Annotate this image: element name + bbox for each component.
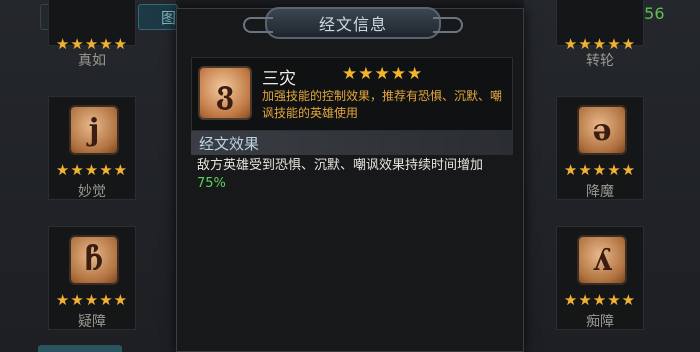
card-stars: ★★★★★ [563,291,637,309]
card-name-xiangmo: 降魔 [586,184,614,200]
dialog-title: 经文信息 [318,15,387,34]
card-name-chizhang: 痴障 [586,314,614,330]
effect-header-label: 经文效果 [199,134,260,153]
sutra-info-box: ვ 三灾 ★★★★★ 加强技能的控制效果，推荐有恐惧、沉默、嘲讽技能的英雄使用 [191,57,513,131]
sutra-card-yizhang[interactable]: ჩ ★★★★★ 疑障 [48,226,136,330]
card-stars: ★★★★★ [563,161,637,179]
sutra-miaojue-icon: j [69,105,119,155]
dialog-title-bar: 经文信息 [243,7,463,39]
sutra-card-xiangmo[interactable]: ə ★★★★★ 降魔 [556,96,644,200]
sutra-xiangmo-icon: ə [577,105,627,155]
sutra-info-dialog: 经文信息 ვ 三灾 ★★★★★ 加强技能的控制效果，推荐有恐惧、沉默、嘲讽技能的… [176,7,524,352]
tab-other[interactable]: 图 [138,4,178,30]
sutra-card-zhuanlun[interactable]: ★★★★★ [556,0,644,53]
sutra-name: 三灾 [262,69,296,89]
card-name-zhuanlun: 转轮 [586,53,614,69]
card-stars: ★★★★★ [55,291,129,309]
sutra-chizhang-icon: ʎ [577,235,627,285]
bottom-tab-button[interactable] [38,345,122,352]
card-name-miaojue: 妙觉 [78,184,106,200]
sutra-card-chizhang[interactable]: ʎ ★★★★★ 痴障 [556,226,644,330]
effect-text: 敌方英雄受到恐惧、沉默、嘲讽效果持续时间增加 [197,158,484,173]
sutra-description: 加强技能的控制效果，推荐有恐惧、沉默、嘲讽技能的英雄使用 [262,89,503,120]
effect-description: 敌方英雄受到恐惧、沉默、嘲讽效果持续时间增加 75% [197,157,513,193]
sutra-star-rating: ★★★★★ [342,64,424,84]
sutra-card-miaojue[interactable]: j ★★★★★ 妙觉 [48,96,136,200]
sutra-sanzai-icon: ვ [198,66,252,120]
effect-value: 75% [197,176,226,191]
card-name-yizhang: 疑障 [78,314,106,330]
card-name-zhenru: 真如 [78,53,106,69]
effect-section-header: 经文效果 [191,131,513,155]
sutra-card-zhenru[interactable]: ★★★★★ [48,0,136,53]
card-stars: ★★★★★ [55,161,129,179]
sutra-yizhang-icon: ჩ [69,235,119,285]
